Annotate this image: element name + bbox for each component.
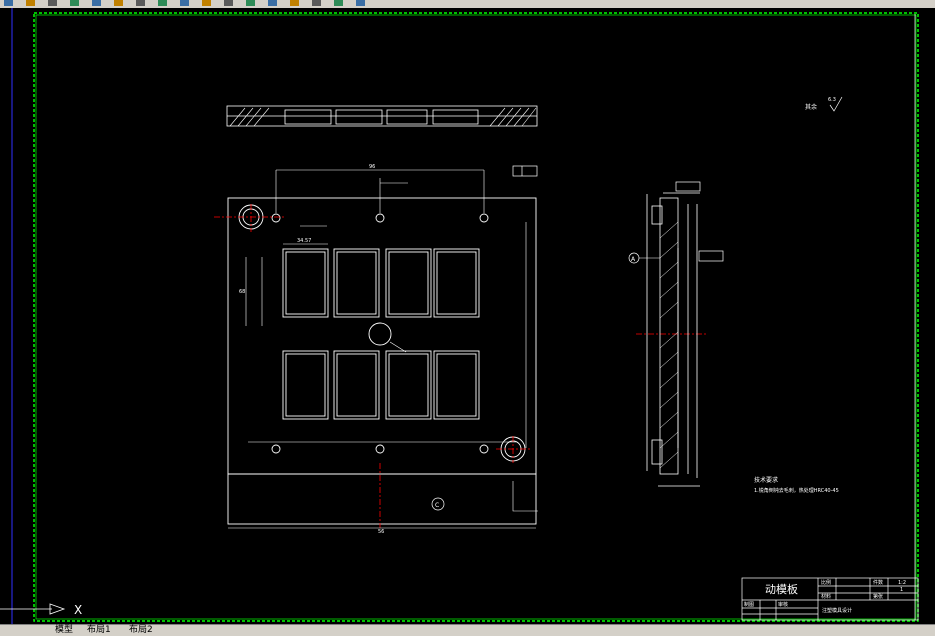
drawing-canvas[interactable]: 96 56 68 34.57 其余 6.3 A C 技术要求 1.锐角倒钝去毛刺… [0,8,935,624]
roughness-value: 6.3 [828,97,836,103]
top-section-view [226,105,538,127]
undo-icon[interactable] [136,0,145,6]
tech-req-line1: 1.锐角倒钝去毛刺，热处理HRC40-45 [754,487,839,494]
dim-pitch-text: 34.57 [297,238,311,244]
x-axis-label: X [74,603,82,617]
ucs-icon [0,603,66,615]
label-quantity: 件数 [873,579,883,586]
table-icon[interactable] [334,0,343,6]
layout-tabs: 模型 布局1 布局2 [0,624,935,636]
front-plate-view [227,197,537,525]
side-hatch [659,221,679,469]
centerlines [214,204,706,528]
properties-icon[interactable] [312,0,321,6]
dim-top-text: 96 [369,164,375,170]
tab-layout2[interactable]: 布局2 [126,625,156,636]
layer-state-icon[interactable] [356,0,365,6]
paste-icon[interactable] [114,0,123,6]
label-material: 材料 [821,593,831,600]
cad-drawing: 96 56 68 34.57 其余 6.3 A C 技术要求 1.锐角倒钝去毛刺… [0,8,919,624]
scale-value: 1:2 [898,580,906,586]
zoom-previous-icon[interactable] [246,0,255,6]
label-scale: 比例 [821,579,831,586]
tech-req-title: 技术要求 [754,476,778,484]
print-icon[interactable] [48,0,57,6]
copy-icon[interactable] [92,0,101,6]
roughness-note: 其余 [805,103,817,111]
open-icon[interactable] [4,0,13,6]
save-icon[interactable] [26,0,35,6]
dim-bottom-text: 56 [378,529,384,535]
cut-icon[interactable] [70,0,79,6]
zoom-icon[interactable] [202,0,211,6]
school-name: 注塑模具设计 [822,607,852,614]
zoom-window-icon[interactable] [224,0,233,6]
side-section-view [646,192,700,487]
quantity-value: 1 [900,587,903,593]
layer-icon[interactable] [290,0,299,6]
label-drawn: 制图 [744,601,754,608]
toolbar [0,0,935,8]
dim-left-text: 68 [239,289,245,295]
tab-model[interactable]: 模型 [52,625,76,636]
datum-label: A [631,256,636,263]
label-sheet: 第张 [873,593,883,600]
tab-layout1[interactable]: 布局1 [84,625,114,636]
pan-icon[interactable] [180,0,189,6]
redo-icon[interactable] [158,0,167,6]
part-name: 动模板 [765,582,798,596]
label-checked: 审核 [778,601,788,608]
leader-text: 96 56 68 34.57 [239,164,384,535]
text-style-icon[interactable] [268,0,277,6]
section-label: C [435,502,439,509]
tolerance-frame [512,165,724,262]
